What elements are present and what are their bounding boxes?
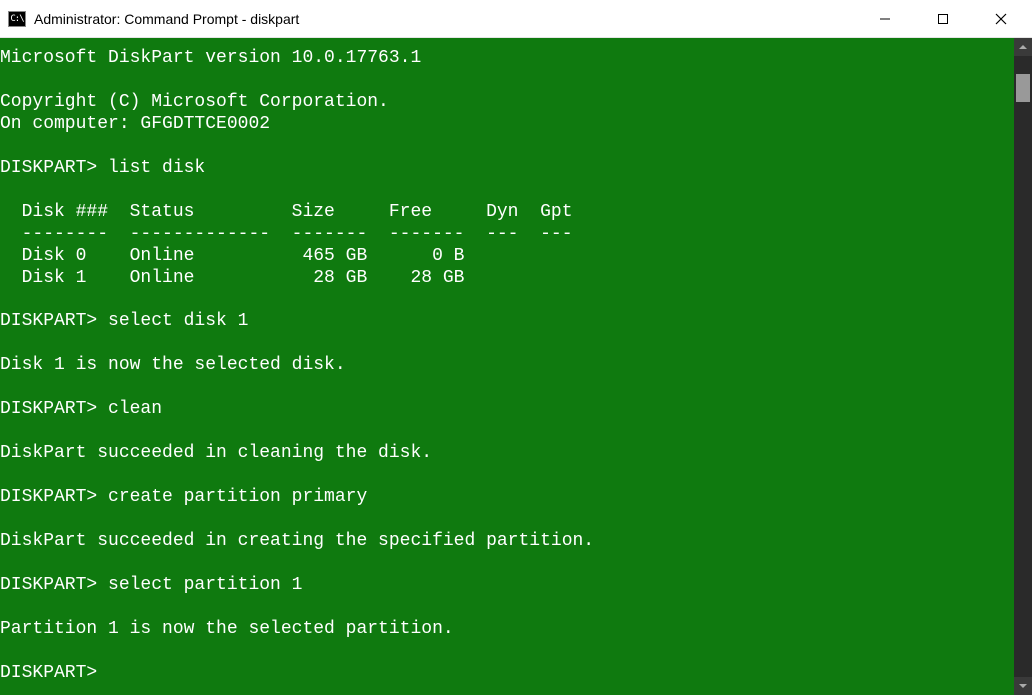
chevron-up-icon bbox=[1019, 43, 1027, 51]
minimize-button[interactable] bbox=[856, 0, 914, 37]
window-controls bbox=[856, 0, 1030, 37]
console-area: Microsoft DiskPart version 10.0.17763.1 … bbox=[0, 38, 1032, 695]
scroll-thumb[interactable] bbox=[1016, 74, 1030, 102]
chevron-down-icon bbox=[1019, 682, 1027, 690]
titlebar[interactable]: C:\ Administrator: Command Prompt - disk… bbox=[0, 0, 1032, 38]
scroll-track[interactable] bbox=[1014, 56, 1032, 677]
window-title: Administrator: Command Prompt - diskpart bbox=[34, 11, 856, 27]
scrollbar[interactable] bbox=[1014, 38, 1032, 695]
scroll-down-button[interactable] bbox=[1014, 677, 1032, 695]
maximize-button[interactable] bbox=[914, 0, 972, 37]
console-output[interactable]: Microsoft DiskPart version 10.0.17763.1 … bbox=[0, 38, 1014, 695]
close-icon bbox=[995, 13, 1007, 25]
maximize-icon bbox=[937, 13, 949, 25]
cmd-icon: C:\ bbox=[8, 11, 26, 27]
scroll-up-button[interactable] bbox=[1014, 38, 1032, 56]
minimize-icon bbox=[879, 13, 891, 25]
window: C:\ Administrator: Command Prompt - disk… bbox=[0, 0, 1032, 695]
close-button[interactable] bbox=[972, 0, 1030, 37]
